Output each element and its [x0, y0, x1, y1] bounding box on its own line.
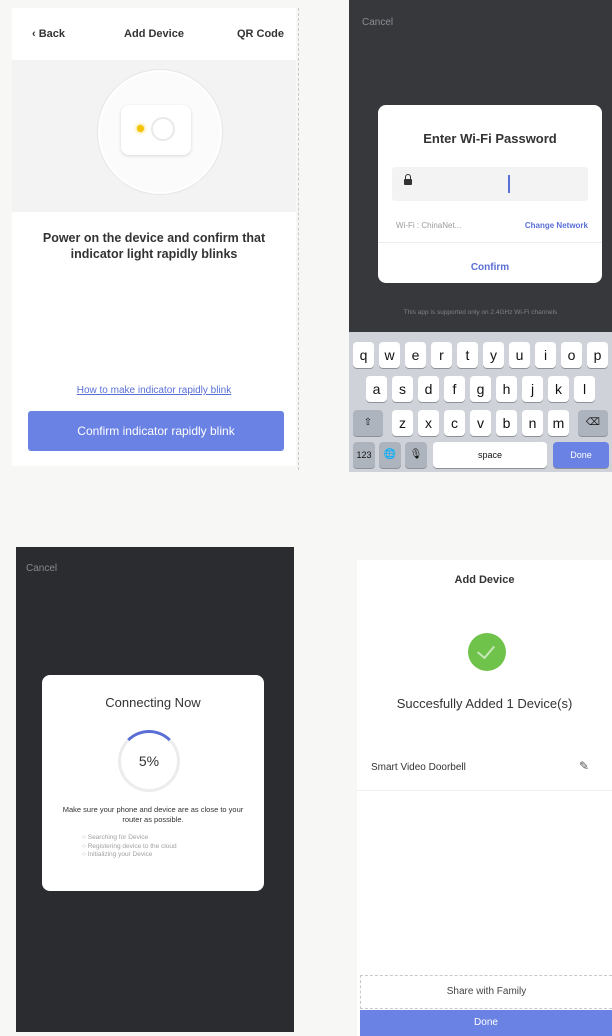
help-link[interactable]: How to make indicator rapidly blink [12, 385, 296, 396]
key-m[interactable]: m [548, 410, 569, 436]
cancel-button[interactable]: Cancel [26, 563, 57, 574]
key-c[interactable]: c [444, 410, 465, 436]
key-o[interactable]: o [561, 342, 582, 368]
key-n[interactable]: n [522, 410, 543, 436]
globe-icon[interactable]: 🌐 [379, 442, 401, 468]
qr-code-button[interactable]: QR Code [237, 28, 284, 40]
cancel-button[interactable]: Cancel [362, 17, 393, 28]
device-added-screen: Add Device Succesfully Added 1 Device(s)… [357, 560, 612, 1036]
proximity-message: Make sure your phone and device are as c… [62, 805, 244, 824]
confirm-blink-button[interactable]: Confirm indicator rapidly blink [28, 411, 284, 451]
indicator-led-icon [137, 125, 144, 132]
microphone-icon[interactable]: 🎙 [405, 442, 427, 468]
camera-lens-icon [151, 117, 175, 141]
step-initializing: ○ Initializing your Device [82, 851, 153, 858]
navigation-bar: ‹ Back Add Device QR Code [12, 8, 296, 60]
doorbell-device-image [121, 105, 191, 155]
key-t[interactable]: t [457, 342, 478, 368]
panel-divider [298, 8, 299, 470]
dialog-separator [378, 242, 602, 243]
key-f[interactable]: f [444, 376, 465, 402]
success-message: Succesfully Added 1 Device(s) [396, 696, 573, 711]
row-divider [357, 790, 612, 791]
wifi-password-screen: Cancel Enter Wi-Fi Password Wi-Fi : Chin… [349, 0, 612, 472]
space-key[interactable]: space [433, 442, 547, 468]
connecting-screen: Cancel Connecting Now 5% Make sure your … [16, 547, 294, 1032]
key-j[interactable]: j [522, 376, 543, 402]
dialog-title: Connecting Now [105, 695, 201, 710]
key-x[interactable]: x [418, 410, 439, 436]
key-p[interactable]: p [587, 342, 608, 368]
connection-steps: ○ Searching for Device ○ Registering dev… [82, 834, 177, 860]
key-e[interactable]: e [405, 342, 426, 368]
share-with-family-button[interactable]: Share with Family [360, 975, 612, 1009]
connecting-dialog: Connecting Now 5% Make sure your phone a… [42, 675, 264, 891]
backspace-key[interactable]: ⌫ [578, 410, 608, 436]
add-device-screen: ‹ Back Add Device QR Code Power on the d… [12, 8, 296, 466]
step-registering: ○ Registering device to the cloud [82, 842, 177, 850]
edit-pencil-icon[interactable]: ✎ [579, 759, 589, 773]
progress-percent: 5% [138, 753, 160, 769]
page-title: Add Device [454, 574, 515, 586]
key-z[interactable]: z [392, 410, 413, 436]
key-u[interactable]: u [509, 342, 530, 368]
key-g[interactable]: g [470, 376, 491, 402]
done-key[interactable]: Done [553, 442, 609, 468]
lock-icon [404, 174, 412, 185]
key-b[interactable]: b [496, 410, 517, 436]
numbers-key[interactable]: 123 [353, 442, 375, 468]
step-searching: ○ Searching for Device [82, 834, 149, 841]
key-l[interactable]: l [574, 376, 595, 402]
key-h[interactable]: h [496, 376, 517, 402]
key-s[interactable]: s [392, 376, 413, 402]
key-q[interactable]: q [353, 342, 374, 368]
key-w[interactable]: w [379, 342, 400, 368]
done-button[interactable]: Done [360, 1010, 612, 1036]
wifi-password-dialog: Enter Wi-Fi Password Wi-Fi : ChinaNet...… [378, 105, 602, 283]
text-cursor [508, 175, 510, 193]
success-check-icon [468, 633, 506, 671]
key-i[interactable]: i [535, 342, 556, 368]
instruction-text: Power on the device and confirm that ind… [42, 231, 266, 261]
device-name: Smart Video Doorbell [371, 762, 466, 773]
key-v[interactable]: v [470, 410, 491, 436]
key-k[interactable]: k [548, 376, 569, 402]
wifi-band-note: This app is supported only on 2.4GHz Wi-… [403, 309, 558, 316]
change-network-link[interactable]: Change Network [525, 221, 588, 230]
onscreen-keyboard: q w e r t y u i o p a s d f g h j k l ⇧ … [349, 332, 612, 472]
key-d[interactable]: d [418, 376, 439, 402]
key-r[interactable]: r [431, 342, 452, 368]
password-field[interactable] [392, 167, 588, 201]
key-a[interactable]: a [366, 376, 387, 402]
device-illustration [12, 60, 296, 212]
illustration-circle [98, 70, 222, 194]
wifi-network-label: Wi-Fi : ChinaNet... [396, 221, 462, 230]
confirm-button[interactable]: Confirm [378, 262, 602, 273]
dialog-title: Enter Wi-Fi Password [423, 131, 557, 146]
shift-key[interactable]: ⇧ [353, 410, 383, 436]
key-y[interactable]: y [483, 342, 504, 368]
